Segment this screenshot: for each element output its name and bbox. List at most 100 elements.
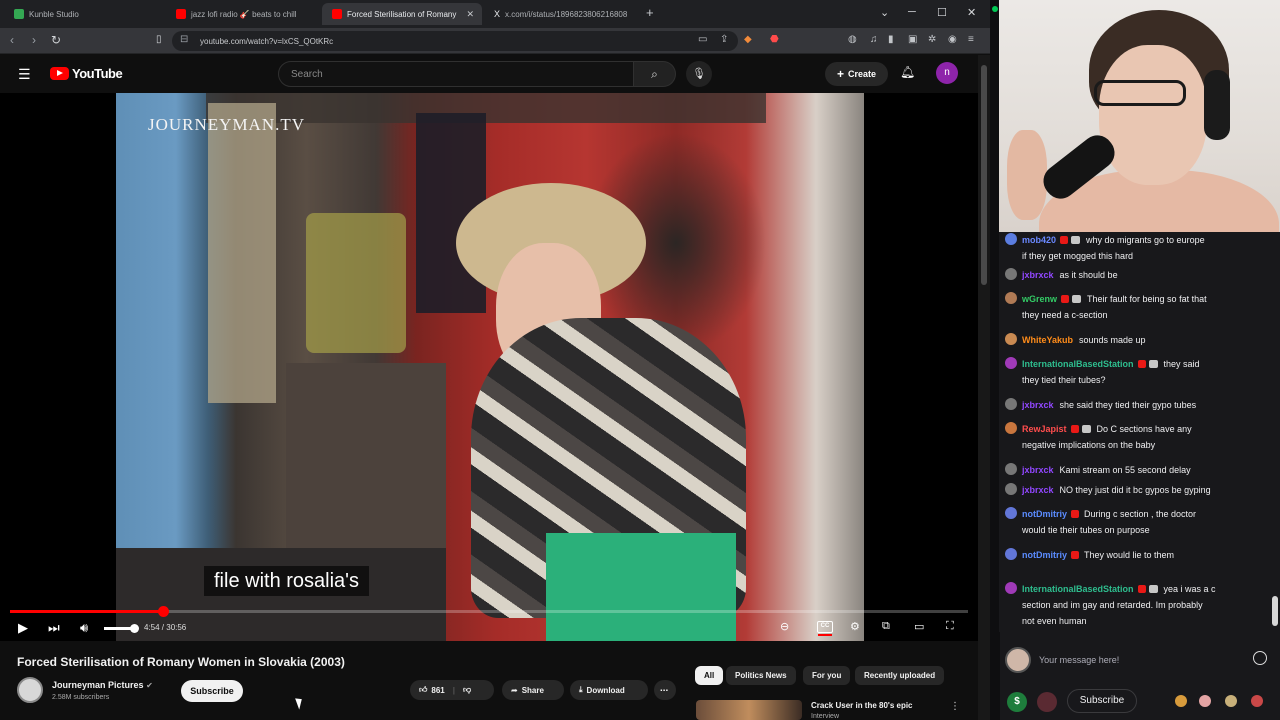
- chat-avatar-icon[interactable]: [1005, 398, 1017, 410]
- emoji-picker-icon[interactable]: [1253, 651, 1267, 665]
- thumbs-down-icon[interactable]: 👎︎: [463, 685, 471, 695]
- chat-username[interactable]: notDmitriy: [1022, 550, 1067, 560]
- chat-username[interactable]: jxbrxck: [1022, 485, 1054, 495]
- bookmark-icon[interactable]: ▯: [156, 34, 162, 45]
- fullscreen-icon[interactable]: ⛶: [946, 620, 954, 633]
- tab-x-status[interactable]: X x.com/i/status/1896823806216808: [484, 3, 640, 25]
- chip-recently-uploaded[interactable]: Recently uploaded: [855, 666, 945, 685]
- youtube-logo[interactable]: YouTube: [50, 66, 123, 81]
- video-frame[interactable]: JOURNEYMAN.TV: [116, 93, 864, 641]
- chat-username[interactable]: notDmitriy: [1022, 509, 1067, 519]
- back-arrow-icon[interactable]: ‹: [10, 33, 14, 47]
- chat-scrollbar[interactable]: [1272, 232, 1278, 632]
- chat-username[interactable]: RewJapist: [1022, 424, 1067, 434]
- share-button[interactable]: ➦ Share: [502, 680, 564, 700]
- hamburger-menu-icon[interactable]: ☰: [18, 66, 31, 83]
- video-progress-bar[interactable]: [10, 606, 968, 617]
- sidebar-toggle-icon[interactable]: ▮: [888, 34, 894, 45]
- chat-username[interactable]: InternationalBasedStation: [1022, 584, 1134, 594]
- chat-avatar-icon[interactable]: [1005, 292, 1017, 304]
- more-actions-button[interactable]: ⋯: [654, 680, 676, 700]
- vpn-icon[interactable]: ◉: [948, 34, 957, 45]
- chat-message-list[interactable]: mob420 why do migrants go to europe if the…: [999, 232, 1280, 632]
- chat-avatar-icon[interactable]: [1005, 422, 1017, 434]
- account-avatar[interactable]: n: [936, 62, 958, 84]
- chat-avatar-icon[interactable]: [1005, 233, 1017, 245]
- chat-avatar-icon[interactable]: [1005, 268, 1017, 280]
- screen-cast-icon[interactable]: ▭: [698, 34, 707, 45]
- search-input[interactable]: Search: [278, 61, 634, 87]
- channel-name[interactable]: Journeyman Pictures ✔: [52, 680, 153, 690]
- menu-icon[interactable]: ≡: [968, 34, 974, 45]
- gift-icon[interactable]: [1037, 692, 1057, 712]
- subscribe-button[interactable]: Subscribe: [181, 680, 243, 702]
- maximize-button[interactable]: ☐: [937, 6, 947, 19]
- miniplayer-icon[interactable]: ⧉: [882, 620, 890, 633]
- search-button[interactable]: ⌕: [634, 61, 676, 87]
- chip-politics-news[interactable]: Politics News: [726, 666, 796, 685]
- media-control-icon[interactable]: ♫: [870, 34, 878, 45]
- page-scrollbar-thumb[interactable]: [981, 65, 987, 285]
- tab-close-icon[interactable]: ✕: [466, 9, 474, 20]
- wallet-icon[interactable]: ▣: [908, 34, 917, 45]
- page-scrollbar[interactable]: [978, 55, 990, 720]
- chat-username[interactable]: mob420: [1022, 235, 1056, 245]
- new-tab-button[interactable]: +: [646, 5, 654, 20]
- chat-username[interactable]: jxbrxck: [1022, 400, 1054, 410]
- chat-avatar-icon[interactable]: [1005, 507, 1017, 519]
- settings-gear-icon[interactable]: ⚙︎: [850, 620, 860, 633]
- thumbs-up-icon[interactable]: 👍︎: [419, 685, 427, 695]
- puzzle-extensions-icon[interactable]: ✲: [928, 34, 936, 45]
- forward-arrow-icon[interactable]: ›: [32, 33, 36, 47]
- minimize-button[interactable]: ─: [908, 6, 916, 18]
- chat-username[interactable]: wGrenw: [1022, 294, 1057, 304]
- chat-avatar-icon[interactable]: [1005, 333, 1017, 345]
- autoplay-toggle-icon[interactable]: ⊖: [780, 620, 789, 633]
- chat-username[interactable]: jxbrxck: [1022, 270, 1054, 280]
- voice-search-button[interactable]: 🎙︎: [686, 61, 712, 87]
- chat-message-input[interactable]: Your message here!: [1037, 650, 1237, 670]
- share-page-icon[interactable]: ⇪: [720, 34, 728, 45]
- chat-avatar-icon[interactable]: [1005, 463, 1017, 475]
- close-window-button[interactable]: ✕: [967, 6, 976, 19]
- chat-user-avatar[interactable]: [1005, 647, 1031, 673]
- chat-username[interactable]: WhiteYakub: [1022, 335, 1073, 345]
- like-count[interactable]: 861: [431, 686, 444, 695]
- extension-chat-icon[interactable]: ◍: [848, 34, 857, 45]
- tab-kunble-studio[interactable]: Kunble Studio: [4, 3, 164, 25]
- tab-jazz-lofi-radio[interactable]: jazz lofi radio 🎸 beats to chill: [166, 3, 318, 25]
- chat-subscribe-button[interactable]: Subscribe: [1067, 689, 1137, 713]
- volume-slider-handle[interactable]: [130, 624, 139, 633]
- next-video-icon[interactable]: ⏭︎: [48, 620, 60, 636]
- play-icon[interactable]: ▶: [18, 620, 28, 636]
- create-button[interactable]: + Create: [825, 62, 888, 86]
- download-button[interactable]: ⤓ Download: [570, 680, 648, 700]
- emote-three-icon[interactable]: [1225, 695, 1237, 707]
- theater-mode-icon[interactable]: ▭: [914, 620, 924, 633]
- chat-avatar-icon[interactable]: [1005, 483, 1017, 495]
- chat-avatar-icon[interactable]: [1005, 357, 1017, 369]
- tab-search-icon[interactable]: ⌄: [880, 6, 889, 19]
- recommended-video-thumbnail[interactable]: [696, 700, 802, 720]
- video-player[interactable]: JOURNEYMAN.TV: [0, 93, 978, 641]
- chat-username[interactable]: InternationalBasedStation: [1022, 359, 1134, 369]
- address-bar[interactable]: ⊟ youtube.com/watch?v=lxCS_QOtKRc: [172, 31, 738, 51]
- extension-shield-icon[interactable]: ⬣: [770, 34, 779, 45]
- chat-username[interactable]: jxbrxck: [1022, 465, 1054, 475]
- chip-all[interactable]: All: [695, 666, 724, 685]
- tab-forced-sterilisation[interactable]: Forced Sterilisation of Romany ✕: [322, 3, 482, 25]
- chat-avatar-icon[interactable]: [1005, 548, 1017, 560]
- site-info-icon[interactable]: ⊟: [180, 34, 188, 45]
- reload-icon[interactable]: ↻: [51, 33, 61, 47]
- channel-avatar[interactable]: [17, 677, 43, 703]
- tip-dollar-button[interactable]: $: [1007, 692, 1027, 712]
- chip-for-you[interactable]: For you: [803, 666, 851, 685]
- chat-avatar-icon[interactable]: [1005, 582, 1017, 594]
- chat-scrollbar-thumb[interactable]: [1272, 596, 1278, 626]
- volume-slider[interactable]: [104, 624, 139, 633]
- emote-one-icon[interactable]: [1175, 695, 1187, 707]
- recommended-more-icon[interactable]: ⋮: [950, 701, 960, 712]
- volume-icon[interactable]: 🔊︎: [80, 620, 88, 636]
- extension-brave-icon[interactable]: ◆: [744, 34, 752, 45]
- emote-four-icon[interactable]: [1251, 695, 1263, 707]
